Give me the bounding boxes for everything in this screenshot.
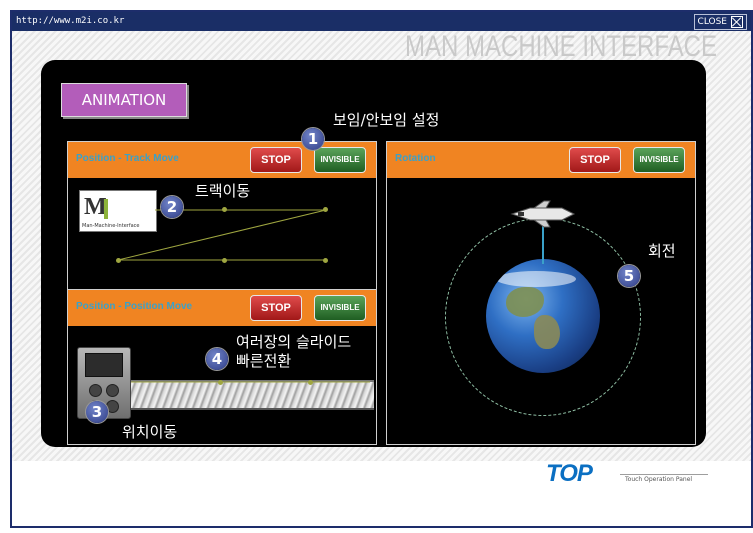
position-node: [308, 380, 313, 385]
position-panel-header: Position - Position Move STOP INVISIBLE: [68, 290, 376, 326]
annotation-badge-1: 1: [302, 128, 324, 150]
annotation-label-2: 트랙이동: [195, 182, 251, 200]
track-node: [222, 207, 227, 212]
annotation-label-5: 회전: [648, 242, 676, 260]
top-logo-tagline: Touch Operation Panel: [625, 476, 693, 483]
earth-land: [534, 315, 560, 349]
close-label: CLOSE: [697, 16, 727, 27]
track-panel-title: Position - Track Move: [76, 153, 179, 164]
section-tag: ANIMATION: [61, 83, 187, 117]
track-panel-header: Position - Track Move STOP INVISIBLE: [68, 142, 376, 178]
annotation-badge-5: 5: [618, 265, 640, 287]
annotation-label-4: 여러장의 슬라이드 빠른전환: [236, 333, 352, 370]
top-logo-divider: [620, 474, 708, 475]
track-invisible-button[interactable]: INVISIBLE: [314, 147, 366, 173]
brand-watermark: MAN MACHINE INTERFACE: [405, 30, 718, 63]
annotation-label-1: 보임/안보임 설정: [333, 111, 440, 129]
rotation-invisible-button[interactable]: INVISIBLE: [633, 147, 685, 173]
plc-button: [106, 384, 119, 397]
rotation-stop-button[interactable]: STOP: [569, 147, 621, 173]
annotation-label-3: 위치이동: [122, 423, 178, 441]
earth-land: [506, 287, 544, 317]
close-icon: [731, 16, 743, 28]
plc-button: [89, 384, 102, 397]
position-invisible-button[interactable]: INVISIBLE: [314, 295, 366, 321]
annotation-badge-4: 4: [206, 348, 228, 370]
position-node: [218, 380, 223, 385]
rotation-panel-title: Rotation: [395, 153, 436, 164]
annotation-badge-3: 3: [86, 401, 108, 423]
position-panel-title: Position - Position Move: [76, 301, 193, 312]
close-button[interactable]: CLOSE: [693, 14, 747, 30]
track-stop-button[interactable]: STOP: [250, 147, 302, 173]
top-logo-part-a: TO: [546, 460, 578, 487]
annotation-badge-2: 2: [161, 196, 183, 218]
orbit-radius-line: [542, 224, 544, 264]
earth-globe: [486, 259, 600, 373]
top-logo: TOP: [546, 460, 593, 488]
track-node: [323, 258, 328, 263]
position-path: [100, 381, 370, 383]
track-node: [222, 258, 227, 263]
plc-screen: [85, 353, 123, 377]
track-path: [117, 209, 327, 261]
top-logo-part-b: P: [576, 460, 593, 487]
browser-topbar: http://www.m2i.co.kr CLOSE: [12, 12, 751, 31]
earth-clouds: [496, 271, 576, 287]
url-text: http://www.m2i.co.kr: [16, 16, 125, 26]
track-node: [323, 207, 328, 212]
position-stop-button[interactable]: STOP: [250, 295, 302, 321]
track-node: [116, 258, 121, 263]
rotation-panel-header: Rotation STOP INVISIBLE: [387, 142, 695, 178]
space-shuttle-icon: [510, 200, 576, 228]
